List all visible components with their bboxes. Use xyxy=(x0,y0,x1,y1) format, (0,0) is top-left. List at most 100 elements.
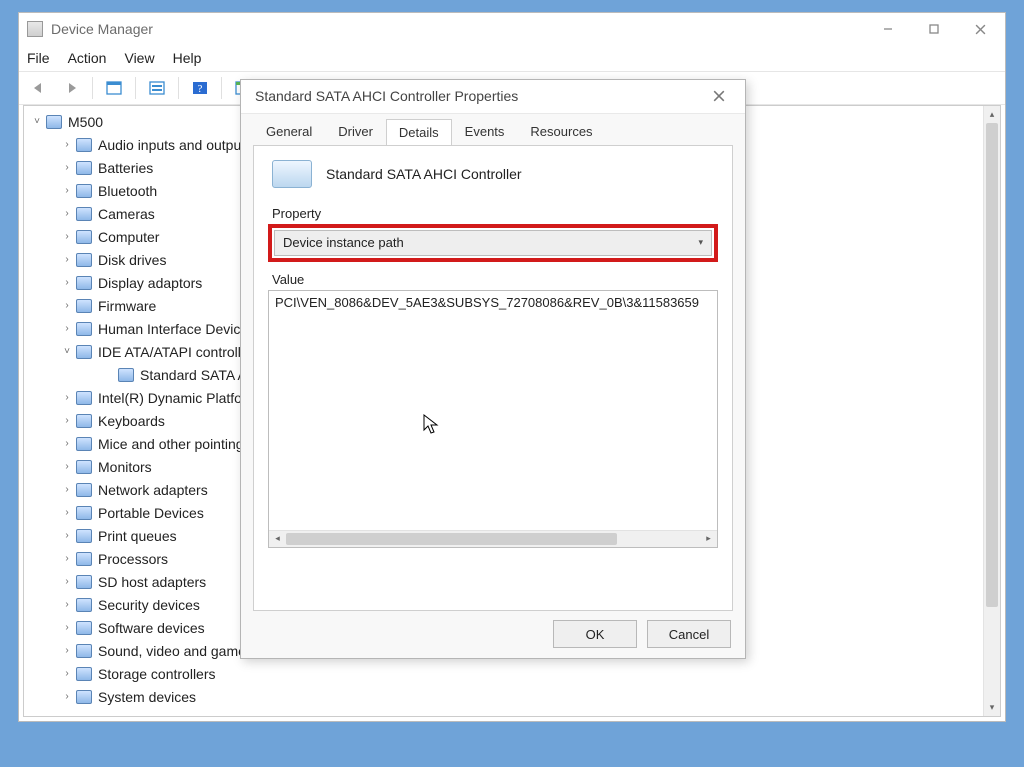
chevron-right-icon[interactable]: › xyxy=(60,594,74,616)
toolbar-separator xyxy=(178,77,179,99)
menubar: File Action View Help xyxy=(19,45,1005,71)
chevron-right-icon[interactable]: › xyxy=(60,226,74,248)
scroll-up-arrow-icon[interactable]: ▴ xyxy=(984,106,1000,123)
chevron-right-icon[interactable]: › xyxy=(60,410,74,432)
chevron-right-icon[interactable]: › xyxy=(60,617,74,639)
device-icon xyxy=(74,574,94,590)
tree-item-label: IDE ATA/ATAPI controllers xyxy=(98,341,260,363)
tree-item[interactable]: › System devices xyxy=(26,685,982,708)
property-combo-highlight: Device instance path ▾ xyxy=(268,224,718,262)
chevron-right-icon[interactable]: › xyxy=(60,456,74,478)
device-icon xyxy=(74,643,94,659)
ok-button[interactable]: OK xyxy=(553,620,637,648)
scroll-left-arrow-icon[interactable]: ◂ xyxy=(269,530,286,547)
chevron-down-icon[interactable]: ˅ xyxy=(60,341,74,363)
chevron-right-icon[interactable]: › xyxy=(60,686,74,708)
dialog-title: Standard SATA AHCI Controller Properties xyxy=(255,88,699,104)
tree-item-label: Software devices xyxy=(98,617,205,639)
toolbar-button-2[interactable] xyxy=(143,75,171,101)
tree-item-label: System devices xyxy=(98,686,196,708)
menu-help[interactable]: Help xyxy=(173,50,202,66)
device-name: Standard SATA AHCI Controller xyxy=(326,166,522,182)
close-button[interactable] xyxy=(957,14,1003,44)
chevron-right-icon[interactable]: › xyxy=(60,502,74,524)
chevron-right-icon[interactable]: › xyxy=(60,663,74,685)
value-text[interactable]: PCI\VEN_8086&DEV_5AE3&SUBSYS_72708086&RE… xyxy=(269,291,717,314)
device-icon xyxy=(74,689,94,705)
scrollbar-track[interactable] xyxy=(286,531,700,547)
tree-item-label: Display adaptors xyxy=(98,272,202,294)
dialog-close-button[interactable] xyxy=(699,81,739,111)
tree-item-label: Intel(R) Dynamic Platform xyxy=(98,387,258,409)
device-icon xyxy=(74,252,94,268)
value-listbox[interactable]: PCI\VEN_8086&DEV_5AE3&SUBSYS_72708086&RE… xyxy=(268,290,718,548)
device-icon xyxy=(74,528,94,544)
chevron-down-icon: ▾ xyxy=(698,237,703,248)
menu-view[interactable]: View xyxy=(124,50,154,66)
chevron-right-icon[interactable]: › xyxy=(60,548,74,570)
maximize-button[interactable] xyxy=(911,14,957,44)
tabstrip: General Driver Details Events Resources xyxy=(253,114,733,145)
tab-panel-details: Standard SATA AHCI Controller Property D… xyxy=(253,145,733,611)
scroll-right-arrow-icon[interactable]: ▸ xyxy=(700,530,717,547)
tree-item-label: Processors xyxy=(98,548,168,570)
scroll-down-arrow-icon[interactable]: ▾ xyxy=(984,699,1000,716)
chevron-right-icon[interactable]: › xyxy=(60,571,74,593)
tab-general[interactable]: General xyxy=(253,118,325,145)
vertical-scrollbar[interactable]: ▴ ▾ xyxy=(983,106,1000,716)
device-icon xyxy=(116,367,136,383)
tree-item-label: Firmware xyxy=(98,295,156,317)
chevron-right-icon[interactable]: › xyxy=(60,525,74,547)
window-title: Device Manager xyxy=(51,21,865,37)
nav-back-button[interactable] xyxy=(25,75,53,101)
chevron-right-icon[interactable]: › xyxy=(60,134,74,156)
menu-file[interactable]: File xyxy=(27,50,50,66)
scrollbar-thumb[interactable] xyxy=(986,123,998,607)
tree-item[interactable]: ›Storage controllers xyxy=(26,662,982,685)
scrollbar-thumb[interactable] xyxy=(286,533,617,545)
chevron-right-icon[interactable]: › xyxy=(60,249,74,271)
dialog-body: General Driver Details Events Resources … xyxy=(241,113,745,611)
chevron-right-icon[interactable]: › xyxy=(60,203,74,225)
tree-item-label: Bluetooth xyxy=(98,180,157,202)
chevron-right-icon[interactable]: › xyxy=(60,479,74,501)
properties-dialog: Standard SATA AHCI Controller Properties… xyxy=(240,79,746,659)
scrollbar-track[interactable] xyxy=(984,123,1000,699)
device-icon xyxy=(74,275,94,291)
toolbar-separator xyxy=(135,77,136,99)
chevron-right-icon[interactable]: › xyxy=(60,433,74,455)
dialog-titlebar: Standard SATA AHCI Controller Properties xyxy=(241,80,745,113)
chevron-right-icon[interactable]: › xyxy=(60,640,74,662)
chevron-right-icon[interactable]: › xyxy=(60,180,74,202)
property-combo[interactable]: Device instance path ▾ xyxy=(274,230,712,256)
device-icon xyxy=(74,597,94,613)
minimize-button[interactable] xyxy=(865,14,911,44)
device-icon xyxy=(74,413,94,429)
device-icon xyxy=(74,344,94,360)
tab-resources[interactable]: Resources xyxy=(517,118,605,145)
device-icon xyxy=(74,137,94,153)
chevron-right-icon[interactable]: › xyxy=(60,272,74,294)
toolbar-button-1[interactable] xyxy=(100,75,128,101)
tab-driver[interactable]: Driver xyxy=(325,118,386,145)
property-combo-value: Device instance path xyxy=(283,235,404,250)
tree-item-label: Monitors xyxy=(98,456,152,478)
chevron-right-icon[interactable]: › xyxy=(60,295,74,317)
toolbar-separator xyxy=(92,77,93,99)
device-icon xyxy=(74,505,94,521)
tree-item-label: Computer xyxy=(98,226,159,248)
chevron-down-icon[interactable]: ˅ xyxy=(30,111,44,133)
tab-details[interactable]: Details xyxy=(386,119,452,146)
horizontal-scrollbar[interactable]: ◂ ▸ xyxy=(269,530,717,547)
cancel-button[interactable]: Cancel xyxy=(647,620,731,648)
tree-item-label: Batteries xyxy=(98,157,153,179)
chevron-right-icon[interactable]: › xyxy=(60,157,74,179)
tab-events[interactable]: Events xyxy=(452,118,518,145)
chevron-right-icon[interactable]: › xyxy=(60,318,74,340)
chevron-right-icon[interactable]: › xyxy=(60,387,74,409)
titlebar: Device Manager xyxy=(19,13,1005,45)
tree-item-label: Portable Devices xyxy=(98,502,204,524)
nav-forward-button[interactable] xyxy=(57,75,85,101)
menu-action[interactable]: Action xyxy=(68,50,107,66)
toolbar-help-button[interactable]: ? xyxy=(186,75,214,101)
